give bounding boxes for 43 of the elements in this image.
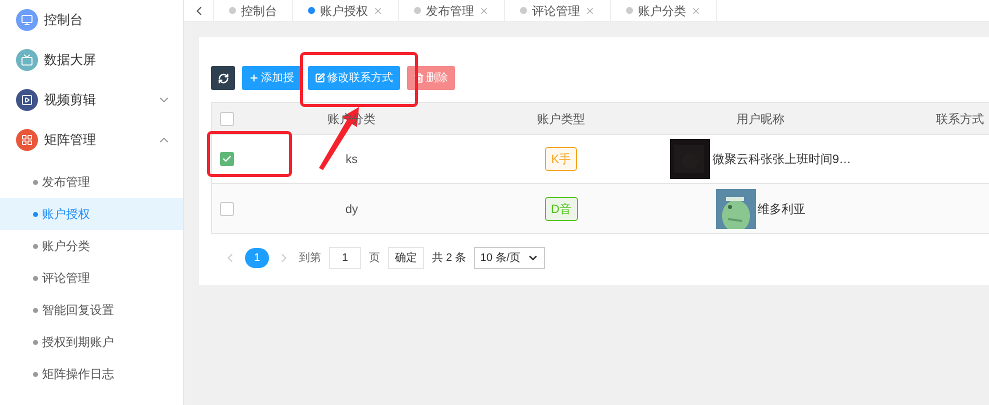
close-icon[interactable] [585,6,595,16]
page-unit: 页 [369,250,380,266]
submenu-item[interactable]: 智能回复设置 [0,294,183,326]
delete-icon [414,73,424,83]
page-tab[interactable]: 账户分类 [611,0,717,21]
table-cell-text: 微聚云科张张上班时间9… [712,151,852,168]
row-checkbox[interactable] [220,152,234,166]
close-icon[interactable] [691,6,701,16]
submenu-item[interactable]: 账户分类 [0,230,183,262]
column-header: 联系方式 [936,110,984,128]
menu-item[interactable]: 矩阵管理 [0,120,183,160]
confirm-button[interactable]: 确定 [388,247,424,269]
page-input[interactable]: 1 [329,247,361,269]
submenu-item[interactable]: 授权到期账户 [0,326,183,358]
menu-item[interactable]: 控制台 [0,0,183,40]
edit-icon [315,73,325,83]
account-type-tag: K手 [545,147,578,171]
table-cell-text: dy [345,200,358,218]
total-count: 共 2 条 [432,250,466,266]
submenu-item[interactable]: 矩阵操作日志 [0,358,183,390]
close-icon[interactable] [479,6,489,16]
table-cell-text: 维多利亚 [758,200,806,218]
add-icon [249,73,259,83]
submenu-item[interactable]: 发布管理 [0,166,183,198]
column-header: 账户类型 [537,110,586,128]
select-all-checkbox[interactable] [220,112,234,126]
refresh-icon [218,72,228,84]
page-tab[interactable]: 账户授权 [293,0,399,21]
page-tab[interactable]: 控制台 [214,0,293,21]
menu-item[interactable]: 视频剪辑 [0,80,183,120]
account-type-tag: D音 [544,196,578,220]
menu-item[interactable]: 数据大屏 [0,40,183,80]
page-tab[interactable]: 评论管理 [505,0,611,21]
close-icon[interactable] [373,6,383,16]
column-header: 用户昵称 [736,110,785,128]
submenu-item[interactable]: 评论管理 [0,262,183,294]
page-size-select[interactable]: 10 条/页 [474,247,545,269]
refresh-button[interactable] [211,66,235,90]
row-checkbox[interactable] [220,202,234,216]
table-cell-text: ks [346,151,358,168]
check-icon [222,154,232,164]
page-tab[interactable]: 发布管理 [399,0,505,21]
goto-label: 到第 [299,250,321,266]
